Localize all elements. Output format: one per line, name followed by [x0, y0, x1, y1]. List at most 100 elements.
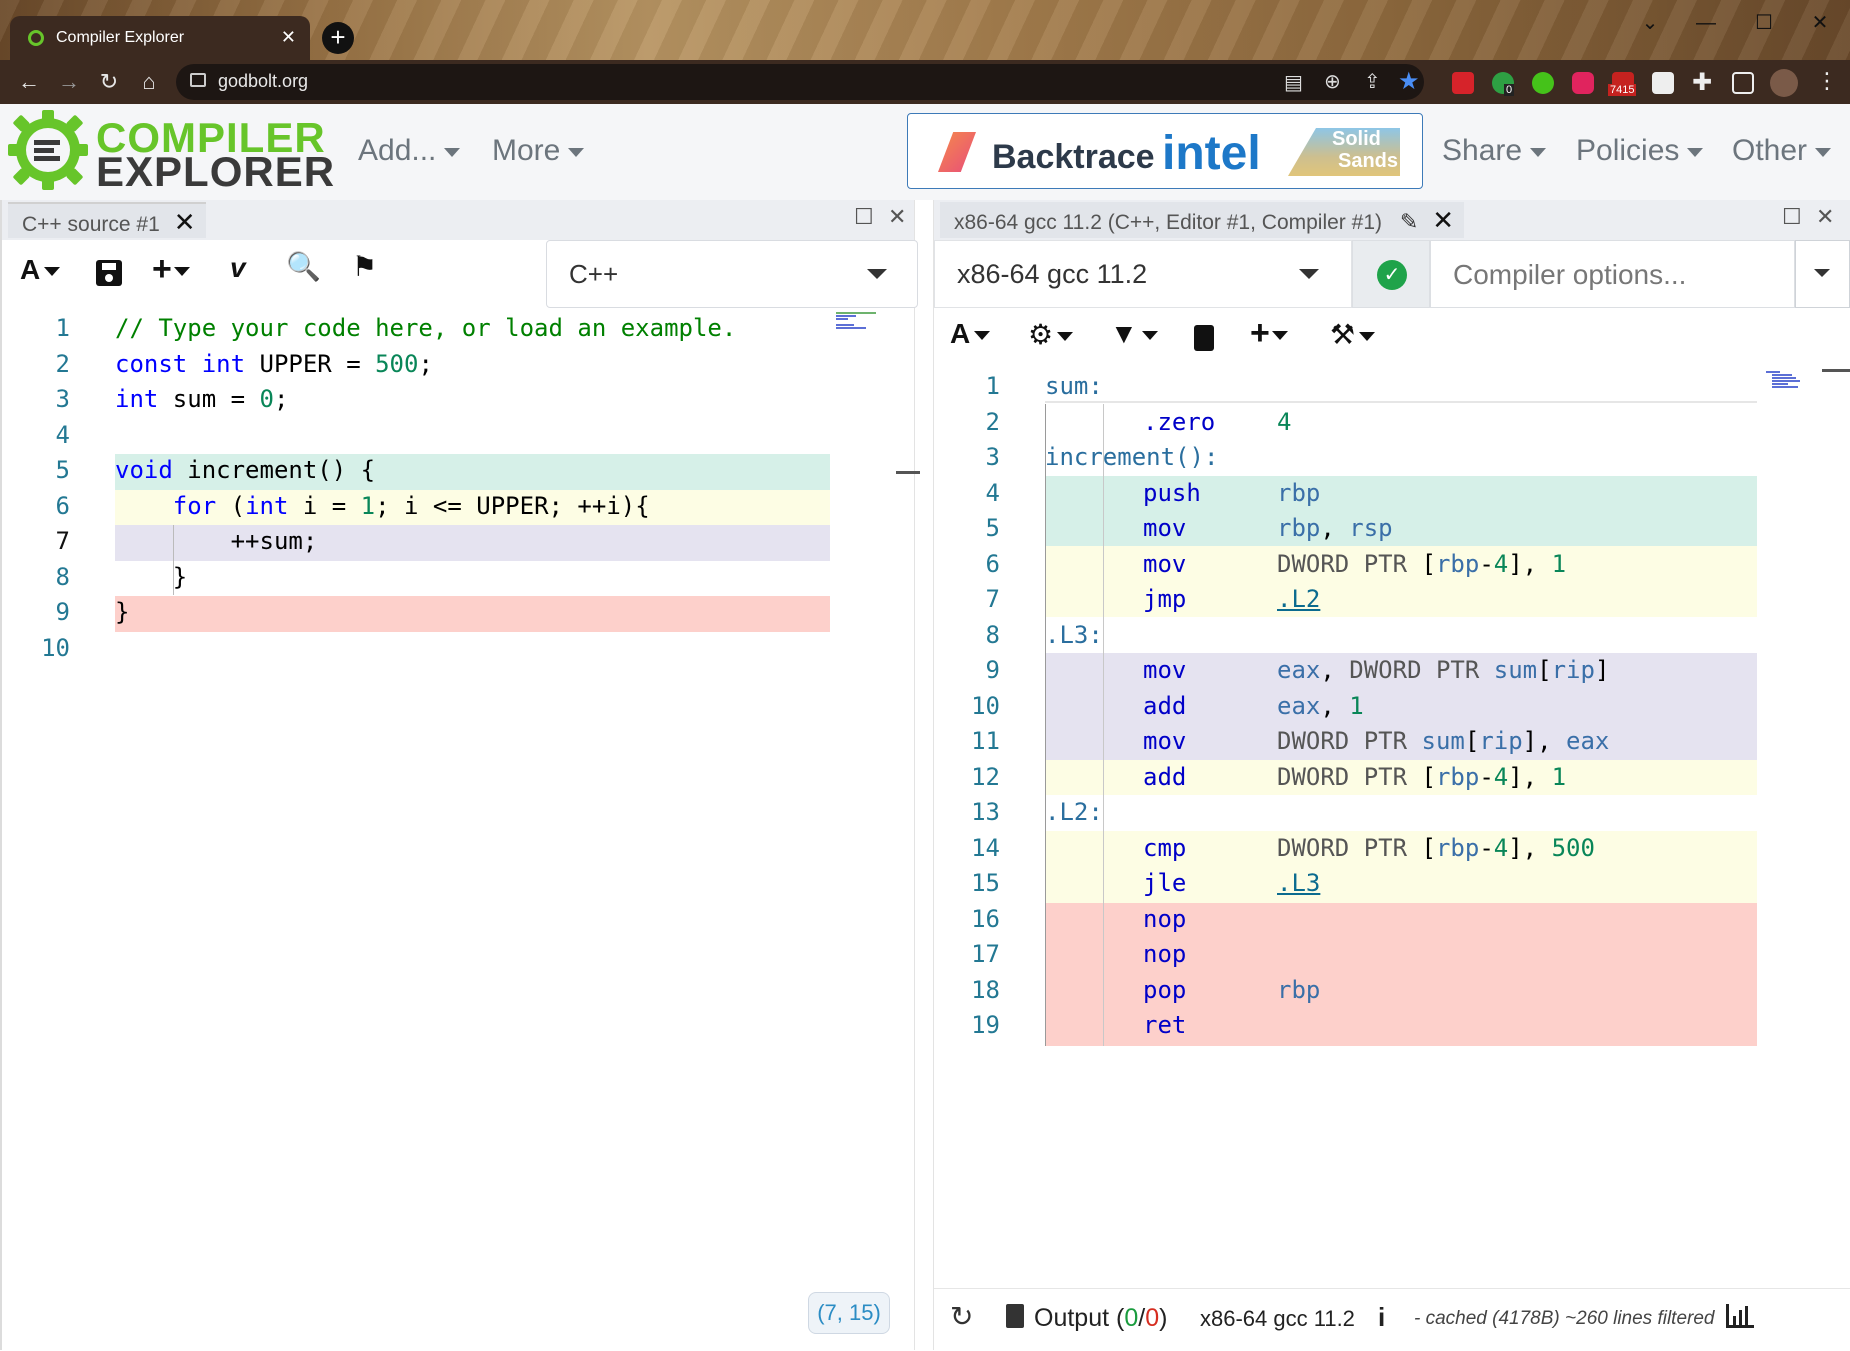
asm-line[interactable]: jmp .L2	[1045, 582, 1757, 618]
assembly-output[interactable]: sum: .zero 4 increment(): push rbp mov rbp, rsp…	[1045, 369, 1757, 1044]
bookmark-star-icon[interactable]: ★	[1398, 67, 1420, 96]
compiler-select[interactable]: x86-64 gcc 11.2	[934, 240, 1352, 308]
asm-line[interactable]: mov eax, DWORD PTR sum[rip]	[1045, 653, 1757, 689]
address-bar[interactable]: godbolt.org ▤ ⊕ ⇪ ★	[176, 64, 1424, 100]
tab-compiler[interactable]: x86-64 gcc 11.2 (C++, Editor #1, Compile…	[940, 202, 1465, 238]
maximize-pane-icon[interactable]: ☐	[854, 204, 874, 230]
extension-pocket-icon[interactable]	[1572, 72, 1594, 94]
home-icon[interactable]: ⌂	[134, 69, 164, 95]
asm-line[interactable]: sum:	[1045, 369, 1757, 405]
asm-line[interactable]: nop	[1045, 937, 1757, 973]
recompile-icon[interactable]: ↻	[950, 1300, 973, 1333]
add-menu[interactable]: Add...	[358, 134, 461, 168]
maximize-pane-icon[interactable]: ☐	[1782, 204, 1802, 230]
close-tab-icon[interactable]: ✕	[174, 207, 196, 237]
extensions-puzzle-icon[interactable]: ✚	[1692, 68, 1712, 97]
filter-icon[interactable]: ▼	[1110, 318, 1158, 350]
asm-line[interactable]: .L2:	[1045, 795, 1757, 831]
settings-gear-icon[interactable]: ⚙	[1028, 318, 1074, 351]
add-tool-button[interactable]: +	[1250, 314, 1288, 353]
compiler-explorer-logo-icon[interactable]	[6, 108, 90, 192]
forward-arrow-icon[interactable]: →	[54, 69, 84, 95]
compiler-options-dropdown[interactable]	[1795, 240, 1850, 308]
add-new-button[interactable]: +	[152, 250, 190, 289]
close-pane-icon[interactable]: ✕	[888, 204, 906, 230]
language-select[interactable]: C++	[546, 240, 918, 308]
close-window-button[interactable]: ✕	[1800, 8, 1840, 38]
source-code-line[interactable]: int sum = 0;	[115, 382, 830, 418]
close-pane-icon[interactable]: ✕	[1816, 204, 1834, 230]
save-icon[interactable]	[96, 260, 122, 286]
compile-status[interactable]: ✓	[1352, 240, 1430, 308]
extension-gmail-icon[interactable]: 7415	[1608, 72, 1637, 96]
policies-menu[interactable]: Policies	[1576, 134, 1704, 168]
book-icon[interactable]	[1194, 325, 1214, 351]
source-code-line[interactable]: const int UPPER = 500;	[115, 347, 830, 383]
chevron-down-icon	[1814, 269, 1830, 277]
more-menu[interactable]: More	[492, 134, 585, 168]
source-code-line[interactable]: }	[115, 595, 830, 631]
font-size-button[interactable]: A	[950, 318, 991, 350]
source-editor[interactable]: // Type your code here, or load an examp…	[115, 311, 830, 666]
output-button[interactable]: Output (0/0)	[1034, 1304, 1167, 1333]
pane-splitter[interactable]	[914, 200, 934, 1350]
other-menu[interactable]: Other	[1732, 134, 1832, 168]
zoom-icon[interactable]: ⊕	[1324, 69, 1341, 94]
extension-lastpass-icon[interactable]	[1452, 72, 1474, 94]
asm-line[interactable]: .zero 4	[1045, 405, 1757, 441]
close-tab-icon[interactable]: ✕	[1432, 205, 1454, 235]
cppinsights-icon[interactable]: ⚑	[352, 250, 377, 283]
tab-cpp-source[interactable]: C++ source #1 ✕	[8, 202, 206, 238]
share-page-icon[interactable]: ⇪	[1364, 69, 1381, 94]
reload-icon[interactable]: ↻	[94, 69, 124, 95]
source-minimap[interactable]	[836, 311, 894, 335]
info-icon[interactable]: i	[1378, 1302, 1385, 1333]
asm-line[interactable]: cmp DWORD PTR [rbp-4], 500	[1045, 831, 1757, 867]
extension-settings-icon[interactable]	[1652, 72, 1674, 94]
extension-shield-icon[interactable]: 0	[1492, 72, 1515, 96]
source-code-line[interactable]: ++sum;	[115, 524, 830, 560]
asm-line[interactable]: increment():	[1045, 440, 1757, 476]
reading-list-icon[interactable]	[1732, 72, 1754, 94]
asm-line[interactable]: .L3:	[1045, 618, 1757, 654]
font-size-button[interactable]: A	[20, 254, 61, 286]
compiler-options-input[interactable]: Compiler options...	[1430, 240, 1795, 308]
asm-line[interactable]: pop rbp	[1045, 973, 1757, 1009]
search-quick-bench-icon[interactable]: 🔍	[286, 250, 321, 283]
asm-line[interactable]: mov DWORD PTR [rbp-4], 1	[1045, 547, 1757, 583]
stats-chart-icon[interactable]	[1726, 1304, 1754, 1328]
profile-avatar[interactable]	[1770, 69, 1798, 97]
asm-line[interactable]: ret	[1045, 1008, 1757, 1044]
vim-mode-icon[interactable]: v	[230, 252, 246, 284]
source-code-line[interactable]: for (int i = 1; i <= UPPER; ++i){	[115, 489, 830, 525]
tab-search-chevron-icon[interactable]: ⌄	[1630, 8, 1670, 38]
asm-line[interactable]: mov rbp, rsp	[1045, 511, 1757, 547]
share-menu[interactable]: Share	[1442, 134, 1547, 168]
asm-line[interactable]: push rbp	[1045, 476, 1757, 512]
browser-tab[interactable]: Compiler Explorer ✕	[10, 16, 310, 60]
asm-line[interactable]: add eax, 1	[1045, 689, 1757, 725]
new-tab-button[interactable]: +	[322, 22, 354, 54]
source-code-line[interactable]	[115, 418, 830, 454]
asm-line[interactable]: add DWORD PTR [rbp-4], 1	[1045, 760, 1757, 796]
source-code-line[interactable]: }	[115, 560, 830, 596]
asm-minimap[interactable]	[1766, 370, 1808, 410]
line-number: 12	[971, 762, 1000, 791]
output-doc-icon[interactable]	[1006, 1304, 1024, 1328]
source-code-line[interactable]: void increment() {	[115, 453, 830, 489]
close-tab-icon[interactable]: ✕	[281, 27, 296, 48]
clipboard-icon[interactable]: ▤	[1284, 70, 1303, 95]
maximize-window-button[interactable]: ☐	[1744, 8, 1784, 38]
tools-wrench-icon[interactable]: ⚒	[1330, 318, 1376, 351]
edit-pencil-icon[interactable]: ✎	[1400, 209, 1418, 234]
source-code-line[interactable]: // Type your code here, or load an examp…	[115, 311, 830, 347]
asm-line[interactable]: mov DWORD PTR sum[rip], eax	[1045, 724, 1757, 760]
sponsor-banner[interactable]: Backtrace intel Solid Sands	[907, 113, 1423, 189]
minimize-window-button[interactable]: —	[1686, 8, 1726, 38]
source-code-line[interactable]	[115, 631, 830, 667]
asm-line[interactable]: jle .L3	[1045, 866, 1757, 902]
back-arrow-icon[interactable]: ←	[14, 69, 44, 95]
browser-menu-icon[interactable]: ⋮	[1816, 68, 1838, 94]
extension-thumbs-up-icon[interactable]	[1532, 72, 1554, 94]
asm-line[interactable]: nop	[1045, 902, 1757, 938]
